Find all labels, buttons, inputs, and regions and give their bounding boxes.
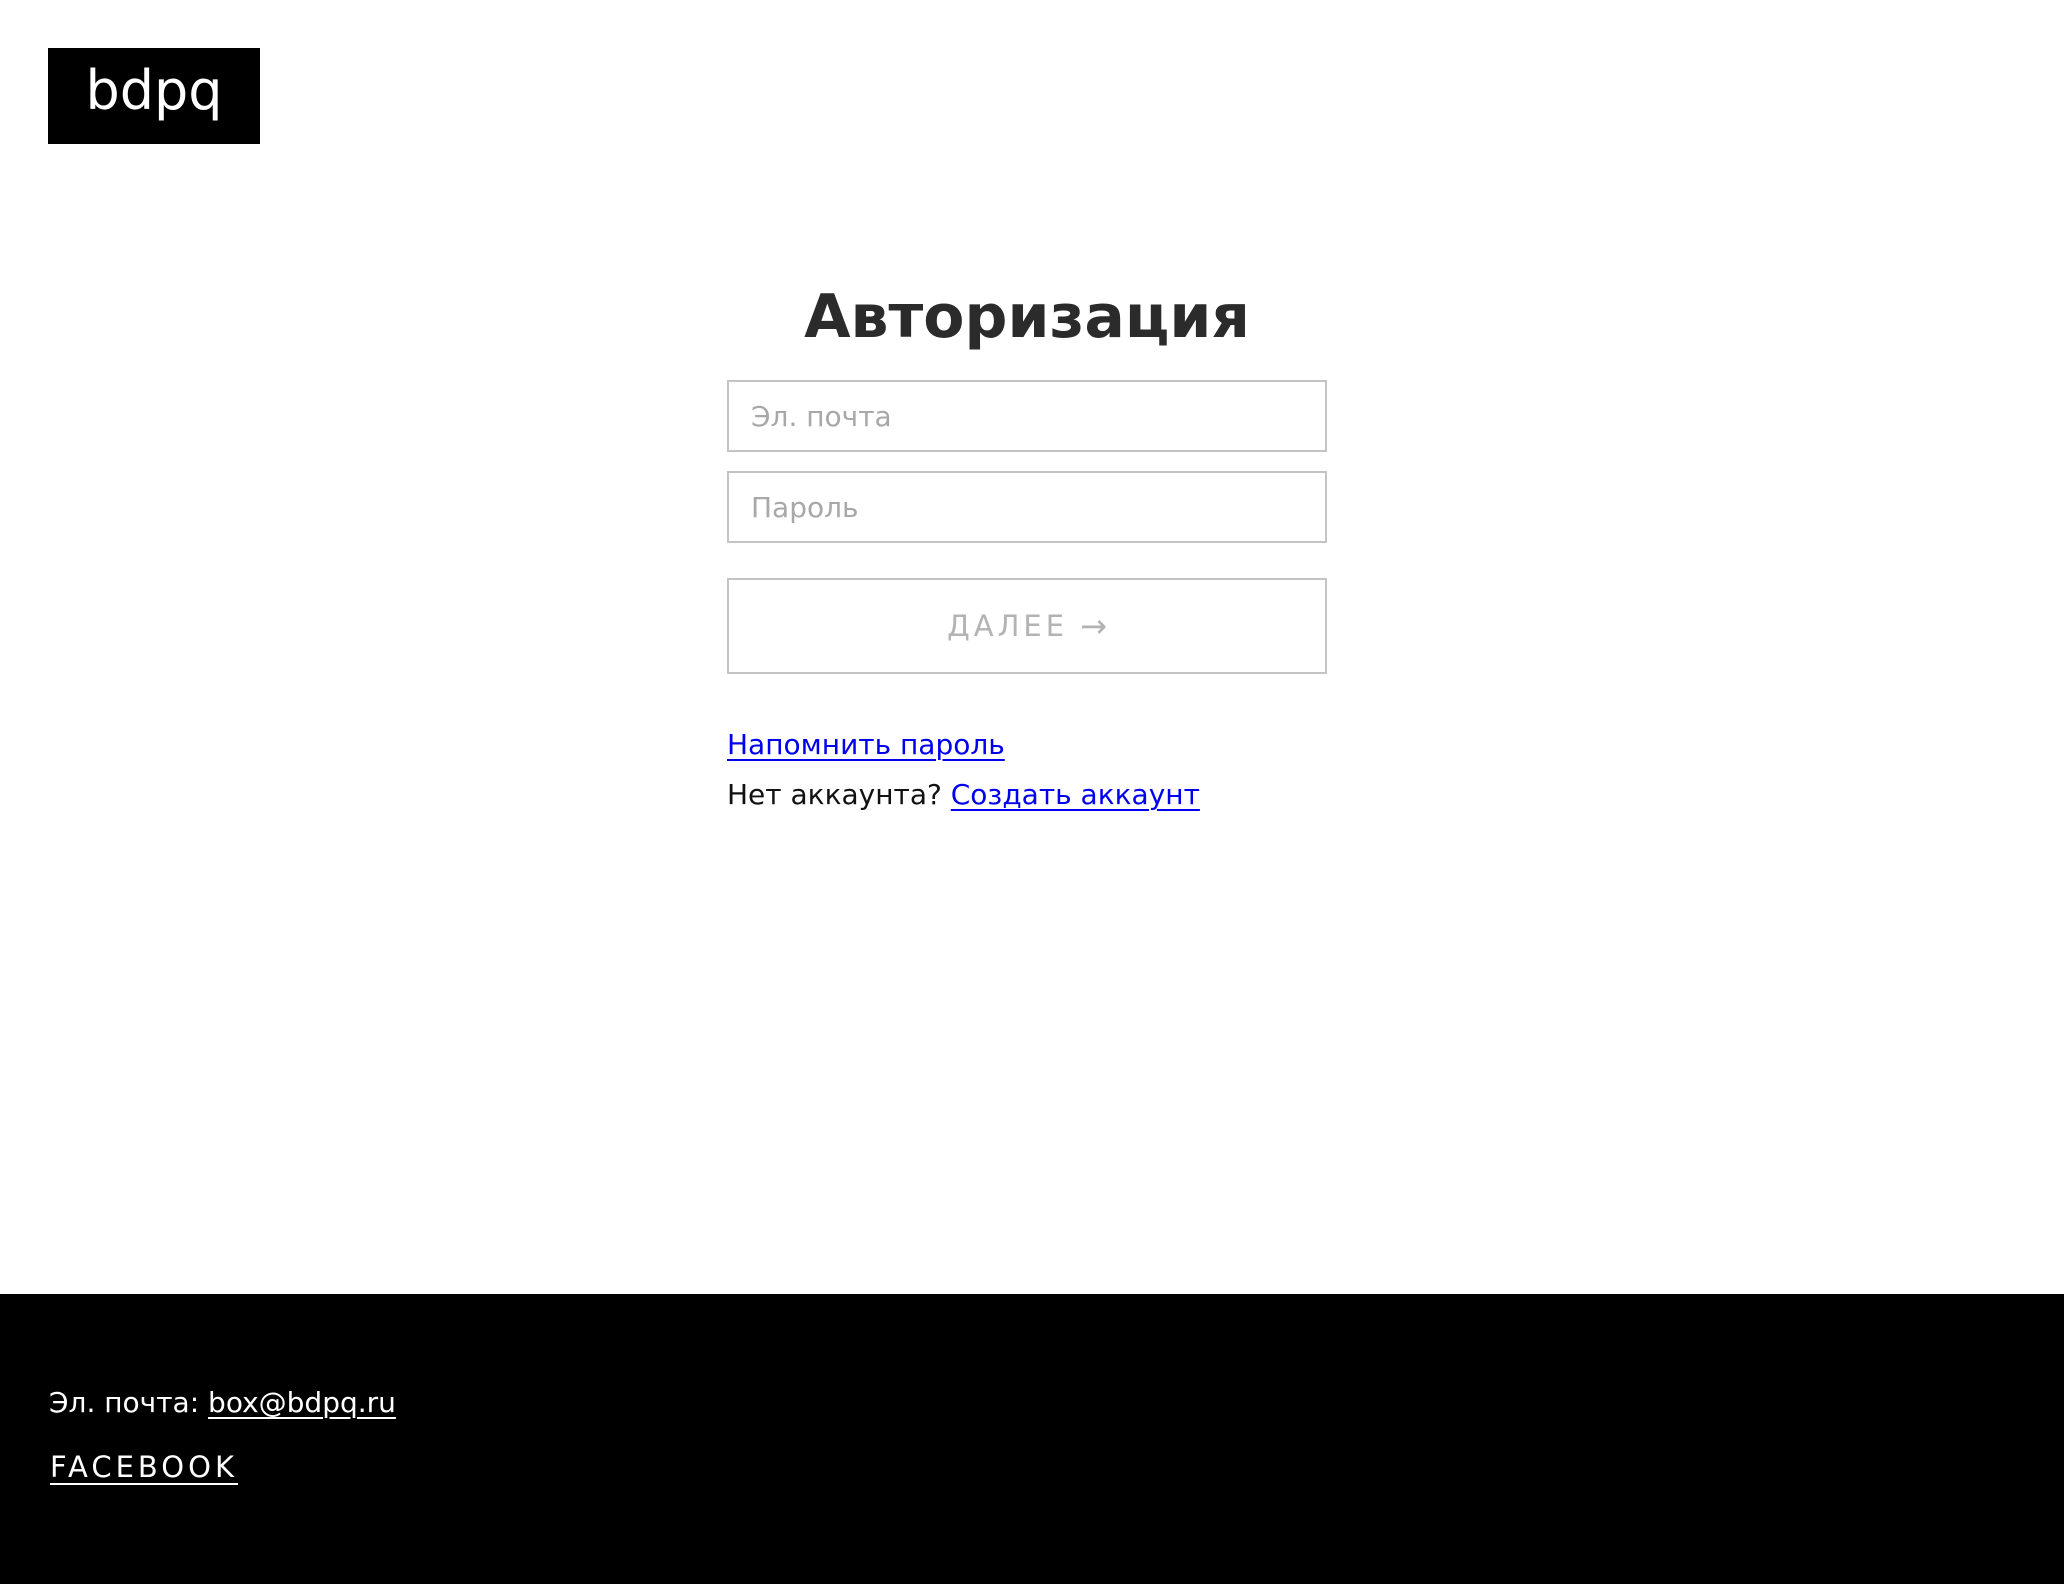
footer: Эл. почта: box@bdpq.ru FACEBOOK	[0, 1294, 2064, 1584]
logo-text: bdpq	[85, 59, 223, 122]
email-field[interactable]	[727, 380, 1327, 452]
facebook-link[interactable]: FACEBOOK	[50, 1450, 238, 1484]
page-title: Авторизация	[804, 282, 1250, 352]
next-button[interactable]: ДАЛЕЕ →	[727, 578, 1327, 674]
remind-password-link[interactable]: Напомнить пароль	[727, 728, 1005, 761]
arrow-right-icon: →	[1080, 607, 1107, 645]
create-account-link[interactable]: Создать аккаунт	[951, 778, 1200, 811]
footer-email: Эл. почта: box@bdpq.ru	[49, 1386, 396, 1419]
footer-email-label: Эл. почта:	[49, 1386, 200, 1419]
password-field[interactable]	[727, 471, 1327, 543]
next-button-label: ДАЛЕЕ	[947, 609, 1069, 643]
logo[interactable]: bdpq	[48, 48, 260, 144]
login-form: Авторизация ДАЛЕЕ → Напомнить пароль Нет…	[727, 270, 1327, 811]
footer-email-link[interactable]: box@bdpq.ru	[208, 1386, 396, 1419]
signup-prompt: Нет аккаунта? Создать аккаунт	[727, 778, 1200, 811]
no-account-text: Нет аккаунта?	[727, 778, 942, 811]
